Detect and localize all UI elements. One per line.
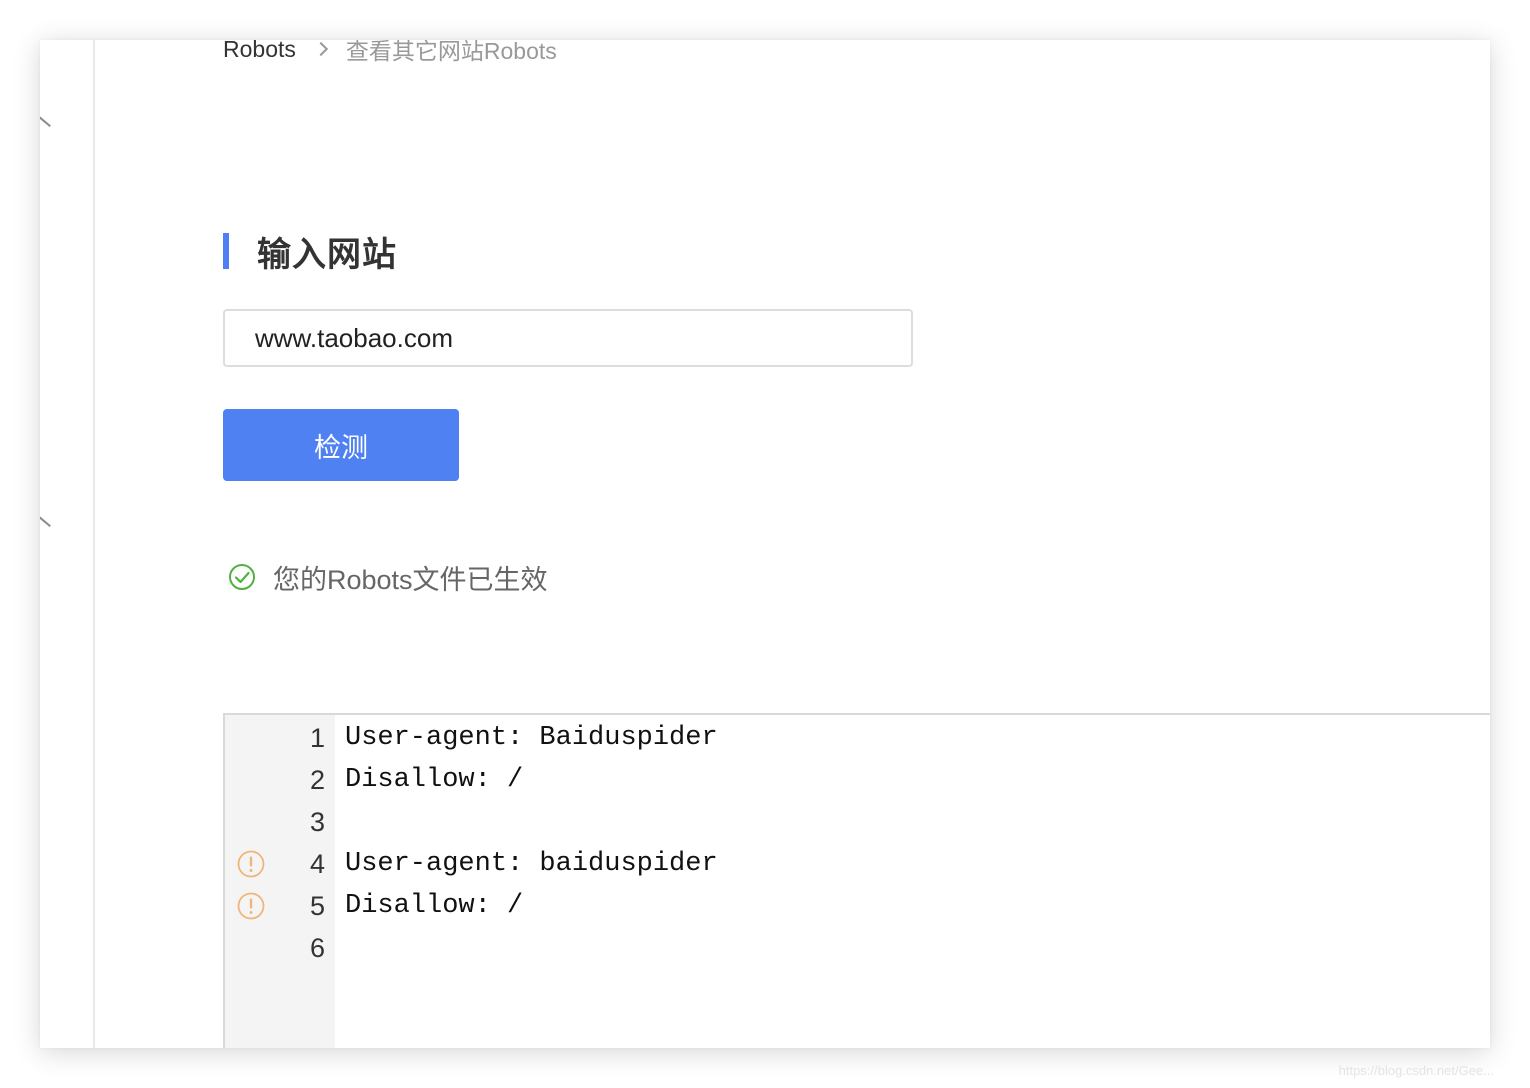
- code-line: 1 User-agent: Baiduspider: [225, 717, 1490, 759]
- code-line: 2 Disallow: /: [225, 759, 1490, 801]
- line-number: 5: [309, 890, 325, 921]
- check-button[interactable]: 检测: [223, 409, 459, 481]
- code-line: 6: [225, 927, 1490, 969]
- breadcrumb-item-robots[interactable]: Robots: [223, 40, 296, 63]
- code-line: 5 Disallow: /: [225, 885, 1490, 927]
- line-number: 3: [309, 806, 325, 837]
- line-number: 2: [309, 764, 325, 795]
- sidebar-collapse-handle[interactable]: [40, 115, 51, 128]
- code-line: 4 User-agent: baiduspider: [225, 843, 1490, 885]
- code-line: 3: [225, 801, 1490, 843]
- chevron-right-icon: [313, 41, 328, 57]
- status-message: 您的Robots文件已生效: [228, 555, 548, 599]
- app-window: Robots 查看其它网站Robots 输入网站 检测 您的Robots文件已生…: [40, 40, 1490, 1048]
- code-line-text: User-agent: Baiduspider: [345, 723, 718, 753]
- breadcrumb: Robots 查看其它网站Robots: [223, 40, 557, 67]
- line-number: 4: [309, 848, 325, 879]
- warning-icon[interactable]: [237, 850, 265, 878]
- robots-code-viewer[interactable]: 1 User-agent: Baiduspider 2 Disallow: / …: [223, 713, 1490, 1048]
- sidebar-divider: [93, 40, 95, 1048]
- sidebar-collapse-handle-lower[interactable]: [40, 515, 51, 528]
- check-circle-icon: [229, 564, 255, 590]
- breadcrumb-item-current: 查看其它网站Robots: [345, 40, 557, 64]
- line-number: 1: [309, 722, 325, 753]
- code-line-text: User-agent: baiduspider: [345, 849, 718, 879]
- section-title-accent-bar: [223, 233, 229, 269]
- line-number: 6: [309, 932, 325, 963]
- watermark: https://blog.csdn.net/Gee...: [1338, 1063, 1494, 1078]
- website-url-input[interactable]: [223, 309, 913, 367]
- section-title: 输入网站: [223, 232, 397, 274]
- section-title-text: 输入网站: [257, 235, 397, 274]
- warning-icon[interactable]: [237, 892, 265, 920]
- code-line-text: Disallow: /: [345, 891, 524, 921]
- status-text: 您的Robots文件已生效: [273, 564, 548, 595]
- code-line-text: Disallow: /: [345, 765, 524, 795]
